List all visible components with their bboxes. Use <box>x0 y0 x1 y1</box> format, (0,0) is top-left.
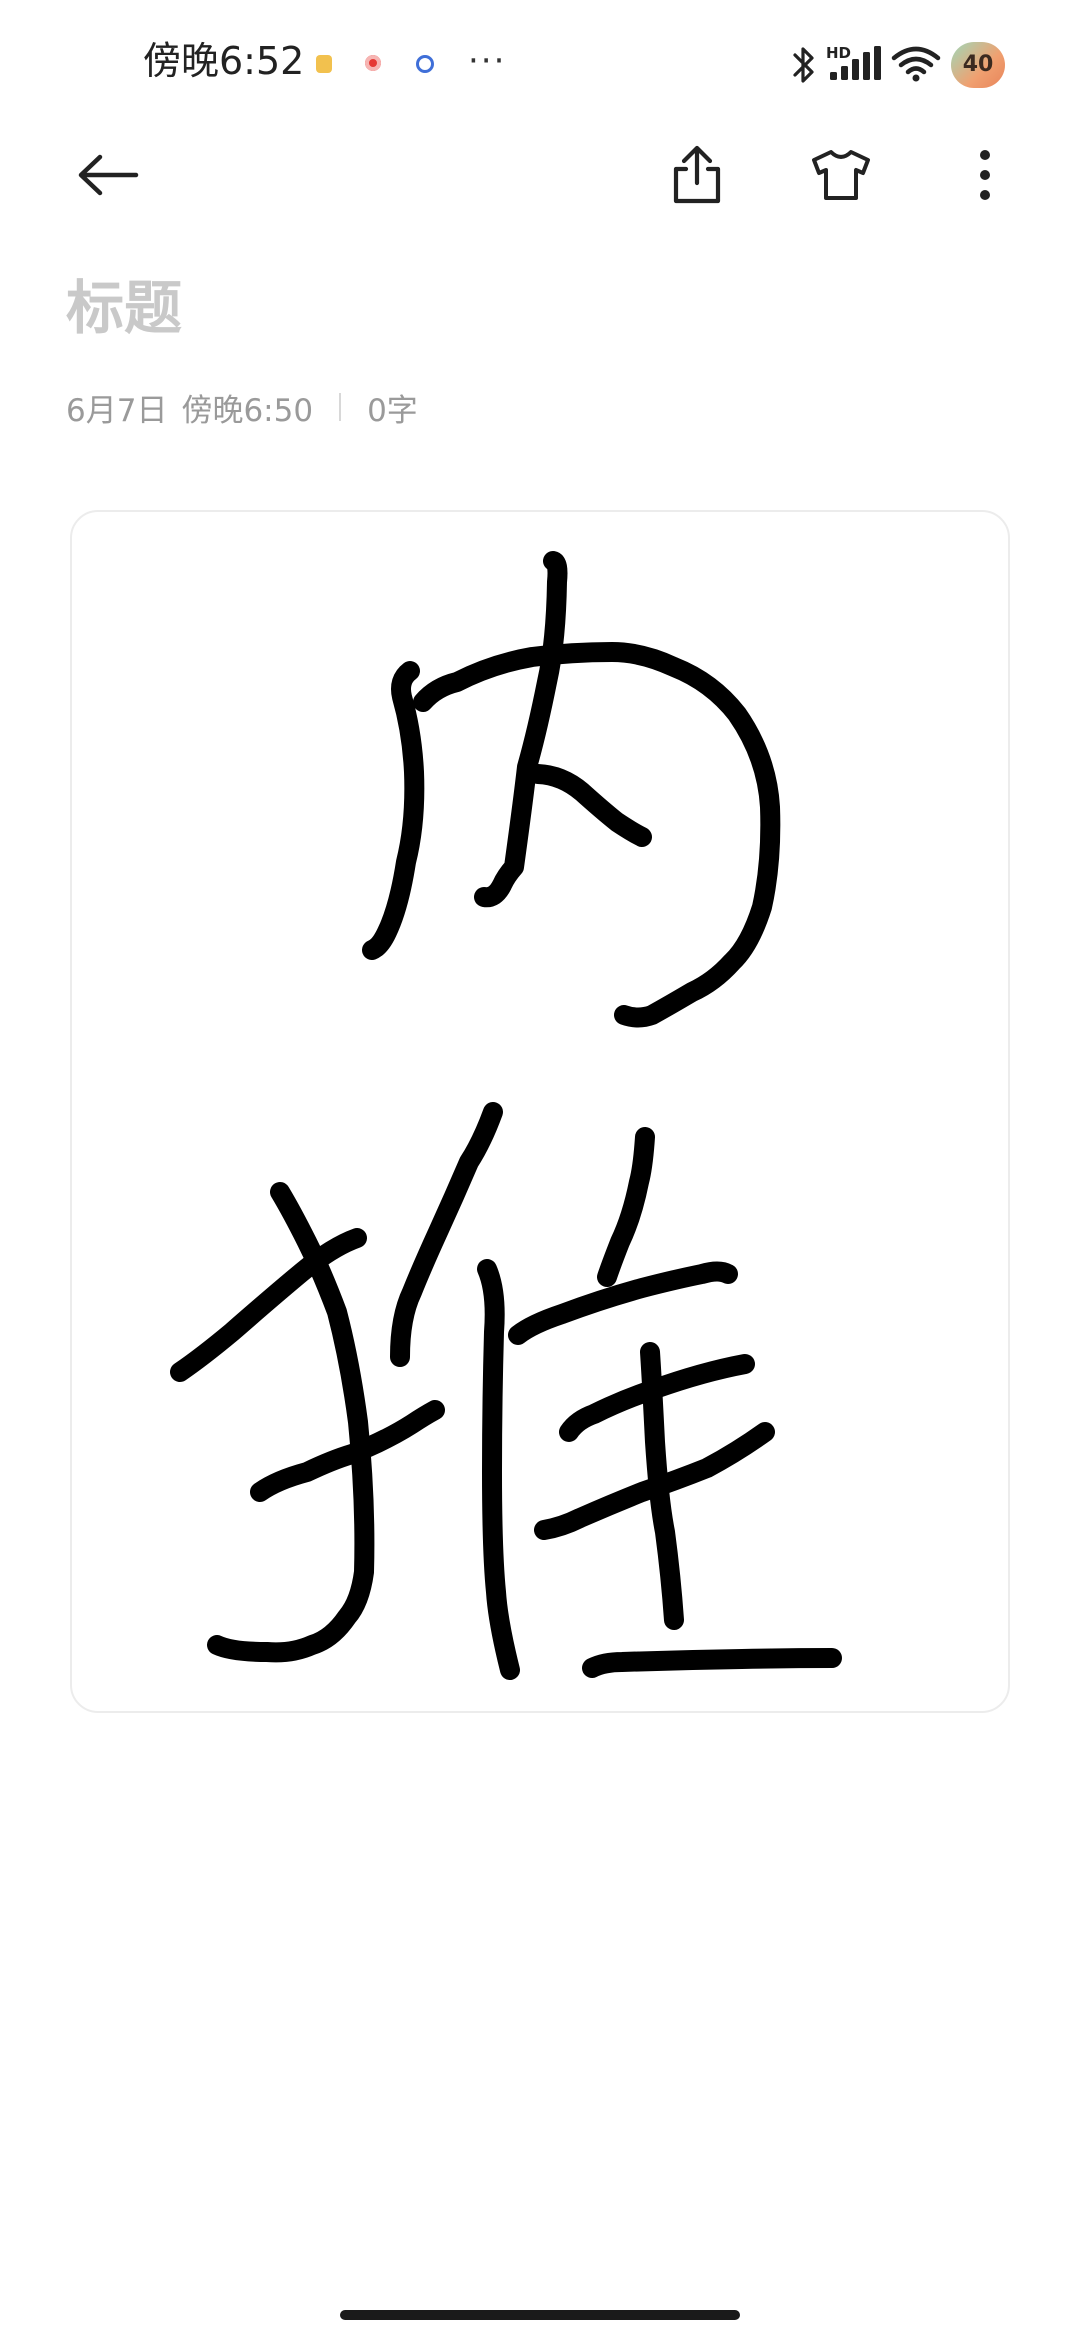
battery-indicator: 40 <box>951 42 1005 88</box>
stroke <box>362 661 425 960</box>
stroke <box>582 1648 842 1678</box>
notification-app-icon-1 <box>316 55 332 73</box>
stroke <box>390 1102 503 1367</box>
stroke <box>413 642 781 1028</box>
stroke <box>474 551 568 908</box>
stroke <box>477 1259 520 1680</box>
share-button[interactable] <box>653 131 741 219</box>
cellular-signal-icon <box>830 46 881 80</box>
handwriting-sketch <box>170 551 842 1680</box>
meta-divider <box>339 393 342 421</box>
home-indicator[interactable] <box>340 2310 740 2320</box>
stroke <box>508 1261 738 1345</box>
stroke <box>250 1400 445 1502</box>
stroke <box>528 764 652 847</box>
note-time: 傍晚6:50 <box>181 392 314 429</box>
status-bar: 傍晚6:52 ··· HD 40 <box>0 0 1080 130</box>
back-button[interactable] <box>64 131 152 219</box>
stroke <box>207 1182 375 1663</box>
note-title-input[interactable]: 标题 <box>66 268 182 348</box>
note-meta: 6月7日 傍晚6:50 0字 <box>66 382 418 432</box>
bluetooth-icon <box>793 47 814 83</box>
more-notifications-indicator: ··· <box>468 41 507 81</box>
notification-app-icon-3 <box>416 55 434 73</box>
word-count: 0字 <box>367 392 418 429</box>
tshirt-icon <box>812 150 870 200</box>
note-date: 6月7日 <box>66 392 168 429</box>
notification-app-icon-2 <box>365 55 381 71</box>
share-icon <box>673 145 721 204</box>
note-editor-screen: 傍晚6:52 ··· HD 40 标题 6月7日 傍晚6:50 0字 <box>0 0 1080 2340</box>
status-time: 傍晚6:52 <box>143 39 305 83</box>
more-vertical-icon <box>980 150 990 200</box>
theme-button[interactable] <box>797 131 885 219</box>
handwriting-drawing-card[interactable] <box>70 510 1010 1713</box>
more-options-button[interactable] <box>941 131 1029 219</box>
wifi-icon <box>891 46 941 82</box>
arrow-left-icon <box>78 154 139 196</box>
stroke <box>597 1127 655 1287</box>
